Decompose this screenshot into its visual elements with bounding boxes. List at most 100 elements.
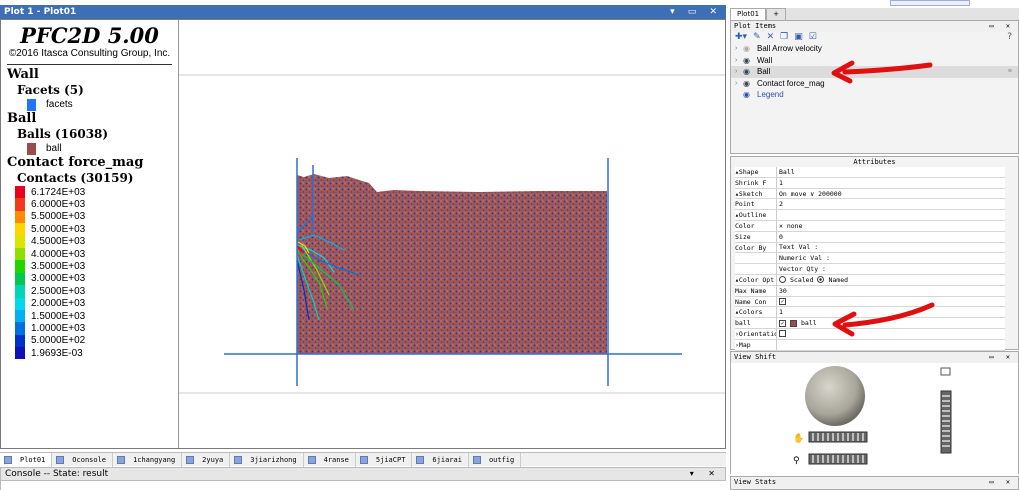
attribute-row[interactable]: ▴Color Opt Scaled Named bbox=[735, 274, 1005, 286]
delete-icon[interactable]: ✕ bbox=[767, 32, 775, 43]
visibility-eye-icon[interactable]: ◉ bbox=[743, 90, 755, 99]
zoom-wheel[interactable] bbox=[808, 453, 868, 465]
tab-1changyang[interactable]: 1changyang bbox=[113, 453, 183, 467]
attribute-value[interactable]: Ball bbox=[777, 167, 1005, 177]
tab-oconsole[interactable]: Oconsole bbox=[52, 453, 114, 467]
console-controls[interactable]: ▾ ✕ bbox=[690, 468, 721, 480]
ball-color-swatch[interactable] bbox=[790, 319, 797, 327]
attribute-value[interactable]: 2 bbox=[777, 199, 1005, 209]
attribute-row[interactable]: Color By Text Val : bbox=[735, 242, 1005, 254]
view-stats-controls[interactable]: ▭ ✕ bbox=[989, 477, 1014, 488]
pan-wheel[interactable] bbox=[808, 431, 868, 443]
attribute-value[interactable] bbox=[777, 210, 1005, 220]
drag-handle-icon[interactable]: ≡ bbox=[1008, 68, 1012, 75]
visibility-eye-icon[interactable]: ◉ bbox=[743, 67, 755, 76]
attribute-value[interactable]: Scaled Named bbox=[777, 275, 1005, 285]
attribute-key: ›Map bbox=[735, 339, 777, 350]
plot-area[interactable]: PFC2D 5.00 ©2016 Itasca Consulting Group… bbox=[0, 19, 726, 449]
named-radio[interactable] bbox=[817, 276, 825, 284]
attribute-row[interactable]: ›Map bbox=[735, 339, 1005, 351]
window-controls[interactable]: ▾ ▭ ✕ bbox=[670, 5, 722, 19]
expand-arrow-icon[interactable]: › bbox=[735, 45, 743, 52]
plot-item[interactable]: › ◉ Contact force_mag bbox=[731, 78, 1018, 90]
plot-item[interactable]: › ◉ Wall bbox=[731, 55, 1018, 67]
tab-outfig[interactable]: outfig bbox=[469, 453, 522, 467]
attribute-value[interactable]: 0 bbox=[777, 232, 1005, 242]
legend-item-ball: ball bbox=[1, 142, 178, 155]
rotation-sphere[interactable] bbox=[805, 366, 865, 426]
attribute-key: ▴Shape bbox=[735, 167, 777, 177]
ball-label: ball bbox=[46, 143, 62, 154]
tab-4ranse[interactable]: 4ranse bbox=[304, 453, 356, 467]
expand-arrow-icon[interactable]: › bbox=[735, 68, 743, 75]
attribute-value[interactable]: Numeric Val : bbox=[777, 253, 1005, 263]
attribute-value[interactable]: On move ∨ 200000 bbox=[777, 189, 1005, 199]
edit-icon[interactable]: ✎ bbox=[753, 32, 761, 43]
attribute-row[interactable]: ▴Colors 1 bbox=[735, 307, 1005, 319]
attribute-row[interactable]: Size 0 bbox=[735, 231, 1005, 243]
attribute-value[interactable]: ✓ bbox=[777, 297, 1005, 307]
attribute-row[interactable]: Numeric Val : bbox=[735, 253, 1005, 265]
attribute-row[interactable]: Max Name 30 bbox=[735, 285, 1005, 297]
attribute-value[interactable] bbox=[777, 340, 1005, 350]
attribute-row[interactable]: ›Orientatio bbox=[735, 328, 1005, 340]
visibility-eye-icon[interactable]: ◉ bbox=[743, 44, 755, 53]
attribute-row[interactable]: Shrink F1 bbox=[735, 177, 1005, 189]
visibility-eye-icon[interactable]: ◉ bbox=[743, 79, 755, 88]
expand-arrow-icon[interactable]: › bbox=[735, 57, 743, 64]
legend-item-facets: facets bbox=[1, 98, 178, 111]
plot-item[interactable]: › ◉ Ball ≡ bbox=[731, 66, 1018, 78]
view-shift-controls-graphic: ✋ ⚲ bbox=[793, 366, 952, 466]
check-icon[interactable]: ☑ bbox=[809, 32, 817, 43]
view-shift-controls[interactable]: ▭ ✕ bbox=[989, 352, 1014, 363]
plot-items-controls[interactable]: ▭ ✕ bbox=[989, 21, 1014, 32]
visibility-eye-icon[interactable]: ◉ bbox=[743, 56, 755, 65]
add-tab-button[interactable]: + bbox=[766, 8, 786, 20]
attribute-row[interactable]: Vector Qty : bbox=[735, 264, 1005, 275]
vertical-wheel[interactable] bbox=[940, 390, 952, 454]
tab-3jiarizhong[interactable]: 3jiarizhong bbox=[230, 453, 304, 467]
attribute-key: ▴Outline bbox=[735, 210, 777, 220]
tab-5jiacpt[interactable]: 5jiaCPT bbox=[356, 453, 413, 467]
tab-plot01[interactable]: Plot01 bbox=[0, 453, 53, 467]
attribute-value[interactable]: ✕ none bbox=[777, 221, 1005, 231]
attribute-value[interactable]: Vector Qty : bbox=[777, 264, 1005, 274]
copy-icon[interactable]: ❐ bbox=[780, 32, 788, 43]
plot-item-label: Legend bbox=[757, 90, 784, 100]
attribute-row[interactable]: Name Con ✓ bbox=[735, 296, 1005, 308]
plot-items-list: › ◉ Ball Arrow velocity › ◉ Wall › ◉ Ball ≡ › ◉ Cont… bbox=[731, 43, 1018, 101]
ball-color-checkbox[interactable]: ✓ bbox=[779, 319, 786, 327]
attribute-value[interactable]: 30 bbox=[777, 286, 1005, 296]
orientation-checkbox[interactable] bbox=[779, 330, 786, 338]
plot-item[interactable]: ◉ Legend bbox=[731, 89, 1018, 101]
attribute-row[interactable]: ▴Shape Ball bbox=[735, 167, 1005, 178]
document-icon bbox=[186, 456, 195, 464]
paste-icon[interactable]: ▣ bbox=[794, 32, 803, 43]
legend-group-ball: Ball bbox=[7, 111, 37, 126]
attribute-value[interactable]: Text Val : bbox=[777, 243, 1005, 253]
tab-6jiarai[interactable]: 6jiarai bbox=[412, 453, 469, 467]
plot-items-toolbar: ✚▾ ✎ ✕ ❐ ▣ ☑ ? bbox=[731, 32, 1018, 43]
attribute-row[interactable]: Color ✕ none bbox=[735, 220, 1005, 232]
tab-plot01[interactable]: Plot01 bbox=[730, 8, 767, 20]
name-con-checkbox[interactable]: ✓ bbox=[779, 297, 786, 305]
attribute-row[interactable]: ball ✓ ball bbox=[735, 318, 1005, 329]
attribute-value[interactable]: ✓ ball bbox=[777, 318, 1005, 328]
help-icon[interactable]: ? bbox=[1007, 32, 1012, 43]
record-view-icon[interactable] bbox=[940, 367, 951, 376]
legend-balls-label: Balls (16038) bbox=[17, 127, 109, 141]
console-body[interactable] bbox=[0, 481, 726, 490]
scaled-radio[interactable] bbox=[779, 276, 786, 284]
attribute-value[interactable]: 1 bbox=[777, 178, 1005, 188]
attribute-value[interactable] bbox=[777, 329, 1005, 339]
color-scale-row: 3.0000E+03 bbox=[1, 272, 178, 286]
attribute-row[interactable]: ▴Outline bbox=[735, 210, 1005, 221]
attribute-value[interactable]: 1 bbox=[777, 307, 1005, 317]
attribute-row[interactable]: ▴Sketch On move ∨ 200000 bbox=[735, 188, 1005, 200]
plot-canvas[interactable] bbox=[179, 20, 725, 448]
attribute-row[interactable]: Point 2 bbox=[735, 199, 1005, 211]
plot-item[interactable]: › ◉ Ball Arrow velocity bbox=[731, 43, 1018, 55]
expand-arrow-icon[interactable]: › bbox=[735, 80, 743, 87]
tab-2yuya[interactable]: 2yuya bbox=[182, 453, 231, 467]
add-item-icon[interactable]: ✚▾ bbox=[735, 32, 747, 43]
